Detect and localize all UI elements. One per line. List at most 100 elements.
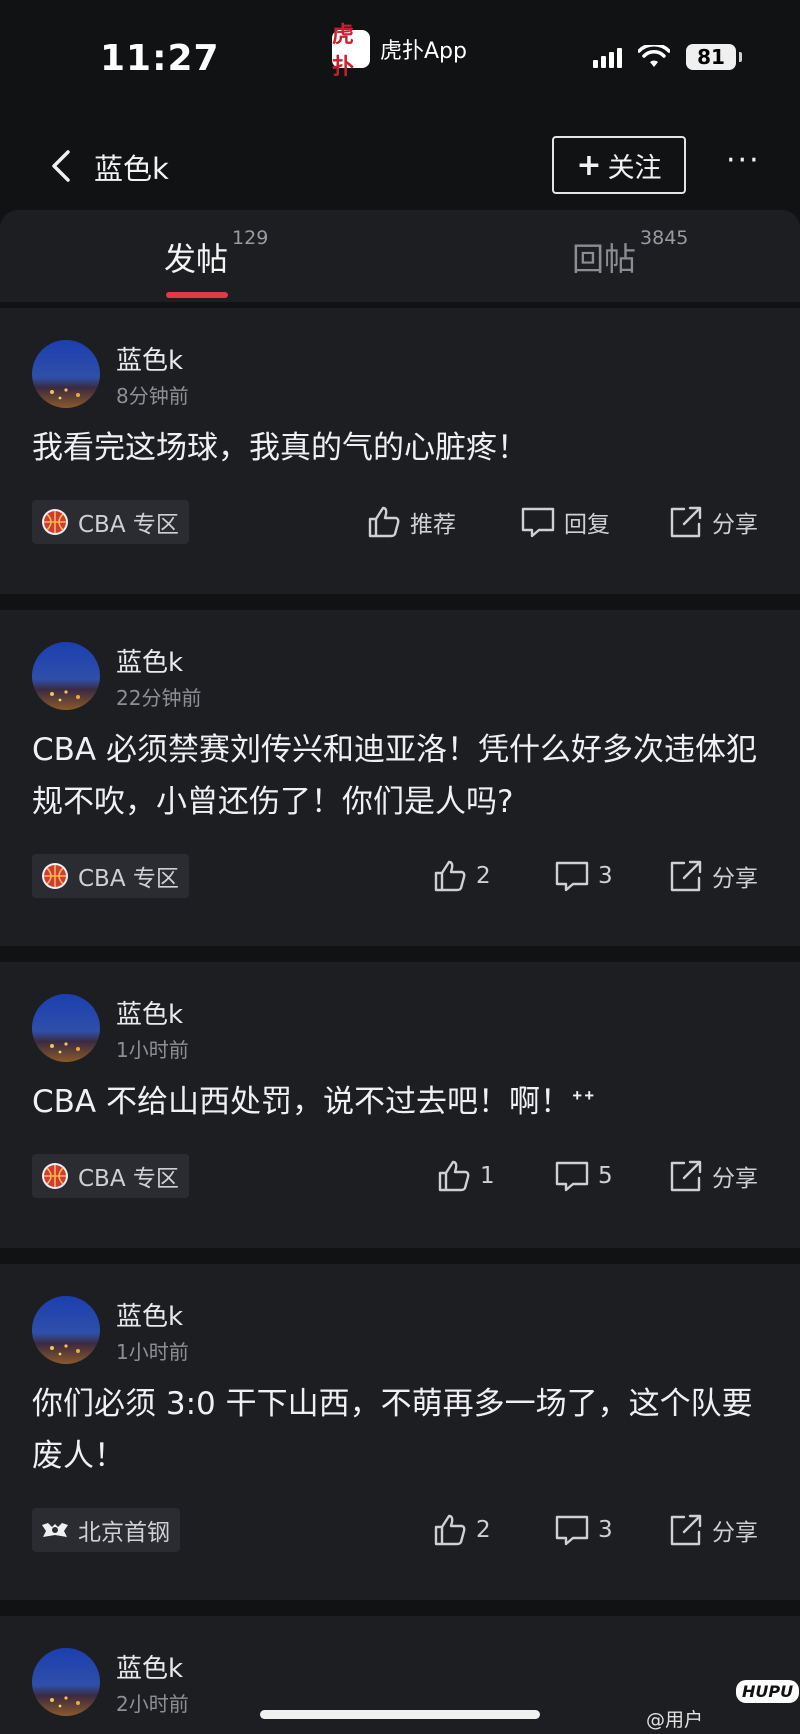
post-footer: CBA 专区 1 5 分享 bbox=[32, 1154, 768, 1200]
post-tag-label: CBA 专区 bbox=[78, 866, 179, 892]
avatar[interactable] bbox=[32, 340, 100, 408]
basketball-icon bbox=[42, 1163, 68, 1189]
share-icon bbox=[670, 506, 702, 538]
post-author[interactable]: 蓝色k bbox=[116, 1296, 183, 1333]
share-button[interactable]: 分享 bbox=[668, 1512, 758, 1548]
thumbs-up-icon bbox=[434, 860, 466, 892]
tab-replies-label: 回帖 bbox=[572, 240, 637, 278]
status-bar: 11:27 虎扑 虎扑App 81 bbox=[0, 0, 800, 110]
home-indicator[interactable] bbox=[260, 1710, 540, 1719]
share-label: 分享 bbox=[712, 1520, 758, 1546]
post-content[interactable]: 你们必须 3:0 干下山西，不萌再多一场了，这个队要废人！ bbox=[32, 1378, 768, 1482]
wifi-icon bbox=[638, 45, 670, 67]
post-card[interactable]: 蓝色k 1小时前 CBA 不给山西处罚，说不过去吧！啊！ᐩᐩ CBA 专区 1 … bbox=[0, 962, 800, 1248]
comment-icon bbox=[555, 861, 589, 892]
status-time: 11:27 bbox=[100, 38, 220, 79]
profile-header: 蓝色k + 关注 ··· bbox=[0, 128, 800, 210]
tab-bar: 发帖129 回帖3845 bbox=[0, 210, 800, 302]
like-count: 1 bbox=[480, 1163, 495, 1189]
active-tab-indicator bbox=[166, 292, 228, 298]
hupu-watermark-logo: HUPU bbox=[736, 1680, 800, 1703]
like-count: 2 bbox=[476, 863, 491, 889]
post-author[interactable]: 蓝色k bbox=[116, 994, 183, 1031]
signal-icon bbox=[593, 46, 622, 68]
follow-label: 关注 bbox=[607, 152, 662, 184]
post-content[interactable]: 我看完这场球，我真的气的心脏疼！ bbox=[32, 422, 768, 474]
like-button[interactable]: 2 bbox=[432, 858, 491, 894]
post-tag[interactable]: CBA 专区 bbox=[32, 500, 189, 544]
status-icons: 81 bbox=[593, 44, 742, 70]
post-tag-label: 北京首钢 bbox=[78, 1520, 170, 1546]
tab-replies-count: 3845 bbox=[640, 227, 689, 250]
post-footer: CBA 专区 推荐 回复 分享 bbox=[32, 500, 768, 546]
post-card[interactable]: 蓝色k 1小时前 你们必须 3:0 干下山西，不萌再多一场了，这个队要废人！ 北… bbox=[0, 1264, 800, 1600]
like-button[interactable]: 推荐 bbox=[366, 504, 456, 540]
thumbs-up-icon bbox=[368, 506, 400, 538]
reply-count: 5 bbox=[598, 1163, 613, 1189]
reply-button[interactable]: 5 bbox=[554, 1158, 613, 1194]
post-time: 2小时前 bbox=[116, 1692, 189, 1716]
post-card[interactable]: 蓝色k 22分钟前 CBA 必须禁赛刘传兴和迪亚洛！凭什么好多次违体犯规不吹，小… bbox=[0, 610, 800, 946]
share-icon bbox=[670, 860, 702, 892]
share-icon bbox=[670, 1514, 702, 1546]
share-button[interactable]: 分享 bbox=[668, 1158, 758, 1194]
back-icon[interactable] bbox=[42, 146, 82, 186]
share-button[interactable]: 分享 bbox=[668, 504, 758, 540]
post-time: 8分钟前 bbox=[116, 384, 189, 408]
post-time: 22分钟前 bbox=[116, 686, 202, 710]
thumbs-up-icon bbox=[434, 1514, 466, 1546]
share-label: 分享 bbox=[712, 512, 758, 538]
tab-replies[interactable]: 回帖3845 bbox=[572, 227, 688, 280]
reply-button[interactable]: 3 bbox=[554, 1512, 613, 1548]
like-button[interactable]: 1 bbox=[436, 1158, 495, 1194]
avatar[interactable] bbox=[32, 1648, 100, 1716]
post-card[interactable]: 蓝色k 8分钟前 我看完这场球，我真的气的心脏疼！ CBA 专区 推荐 回复 分… bbox=[0, 308, 800, 594]
like-label: 推荐 bbox=[410, 512, 456, 538]
tab-posts[interactable]: 发帖129 bbox=[164, 227, 268, 280]
page-title: 蓝色k bbox=[94, 152, 169, 186]
post-tag[interactable]: CBA 专区 bbox=[32, 1154, 189, 1198]
share-label: 分享 bbox=[712, 1166, 758, 1192]
thumbs-up-icon bbox=[438, 1160, 470, 1192]
app-logo: 虎扑 bbox=[332, 22, 370, 80]
team-logo-icon bbox=[42, 1523, 68, 1537]
post-tag[interactable]: CBA 专区 bbox=[32, 854, 189, 898]
post-content[interactable]: CBA 必须禁赛刘传兴和迪亚洛！凭什么好多次违体犯规不吹，小曾还伤了！你们是人吗… bbox=[32, 724, 768, 828]
comment-icon bbox=[555, 1161, 589, 1192]
post-feed[interactable]: 蓝色k 8分钟前 我看完这场球，我真的气的心脏疼！ CBA 专区 推荐 回复 分… bbox=[0, 308, 800, 1734]
tab-posts-label: 发帖 bbox=[164, 240, 229, 278]
basketball-icon bbox=[42, 509, 68, 535]
reply-label: 回复 bbox=[564, 512, 610, 538]
avatar[interactable] bbox=[32, 1296, 100, 1364]
reply-button[interactable]: 回复 bbox=[520, 504, 610, 540]
app-name: 虎扑App bbox=[380, 39, 467, 64]
avatar[interactable] bbox=[32, 642, 100, 710]
post-tag-label: CBA 专区 bbox=[78, 512, 179, 538]
like-count: 2 bbox=[476, 1517, 491, 1543]
post-time: 1小时前 bbox=[116, 1038, 189, 1062]
post-author[interactable]: 蓝色k bbox=[116, 340, 183, 377]
share-button[interactable]: 分享 bbox=[668, 858, 758, 894]
more-icon[interactable]: ··· bbox=[726, 146, 761, 176]
post-footer: 北京首钢 2 3 分享 bbox=[32, 1508, 768, 1554]
comment-icon bbox=[521, 507, 555, 538]
post-author[interactable]: 蓝色k bbox=[116, 642, 183, 679]
post-footer: CBA 专区 2 3 分享 bbox=[32, 854, 768, 900]
post-tag[interactable]: 北京首钢 bbox=[32, 1508, 180, 1552]
avatar[interactable] bbox=[32, 994, 100, 1062]
reply-count: 3 bbox=[598, 1517, 613, 1543]
reply-count: 3 bbox=[598, 863, 613, 889]
comment-icon bbox=[555, 1515, 589, 1546]
basketball-icon bbox=[42, 863, 68, 889]
post-content[interactable]: CBA 不给山西处罚，说不过去吧！啊！ᐩᐩ bbox=[32, 1076, 768, 1128]
share-label: 分享 bbox=[712, 866, 758, 892]
reply-button[interactable]: 3 bbox=[554, 858, 613, 894]
app-indicator[interactable]: 虎扑 虎扑App bbox=[332, 22, 467, 80]
like-button[interactable]: 2 bbox=[432, 1512, 491, 1548]
post-author[interactable]: 蓝色k bbox=[116, 1648, 183, 1685]
follow-button[interactable]: + 关注 bbox=[552, 136, 686, 194]
post-tag-label: CBA 专区 bbox=[78, 1166, 179, 1192]
post-time: 1小时前 bbox=[116, 1340, 189, 1364]
watermark-user: @用户0343125392 bbox=[646, 1709, 767, 1734]
plus-icon: + bbox=[576, 147, 602, 183]
